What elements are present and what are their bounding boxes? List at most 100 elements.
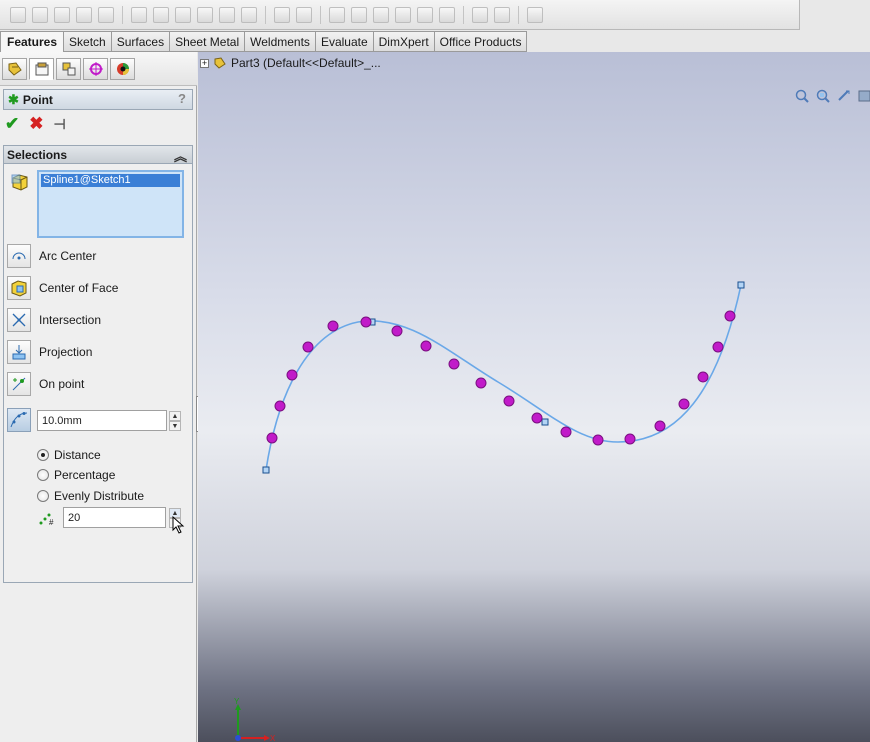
along-curve-distance-icon[interactable] — [7, 408, 31, 432]
distance-spin-up[interactable]: ▲ — [169, 411, 181, 421]
curve-point[interactable] — [302, 341, 314, 353]
reference-geometry-icon[interactable] — [472, 6, 488, 23]
draft-icon[interactable] — [351, 6, 367, 23]
boundary-icon[interactable] — [175, 6, 191, 23]
percentage-radio-row[interactable]: Percentage — [37, 467, 115, 483]
evenly-distribute-radio-row[interactable]: Evenly Distribute — [37, 488, 144, 504]
tab-office-products[interactable]: Office Products — [434, 31, 528, 52]
spline-endpoint-start[interactable] — [262, 466, 270, 474]
center-of-face-option[interactable]: Center of Face — [7, 275, 187, 301]
arc-center-option[interactable]: Arc Center — [7, 243, 187, 269]
svg-text:#: # — [49, 518, 54, 526]
extrude-icon[interactable] — [76, 6, 92, 23]
curve-point[interactable] — [654, 420, 666, 432]
curve-point[interactable] — [678, 398, 690, 410]
tab-sheet-metal[interactable]: Sheet Metal — [170, 31, 246, 52]
curve-point[interactable] — [624, 433, 636, 445]
on-point-option[interactable]: On point — [7, 371, 187, 397]
rib-icon[interactable] — [329, 6, 345, 23]
cut-extrude-icon[interactable] — [197, 6, 213, 23]
tab-weldments[interactable]: Weldments — [245, 31, 316, 52]
curve-point[interactable] — [712, 341, 724, 353]
selected-entity[interactable]: Spline1@Sketch1 — [41, 174, 180, 187]
dome-icon[interactable] — [417, 6, 433, 23]
selections-group: Selections ︽ Spline1@Sketch1 Arc Center … — [3, 145, 193, 583]
center-of-face-icon[interactable] — [7, 276, 31, 300]
spline-curve[interactable] — [265, 284, 742, 471]
revolve-icon[interactable] — [98, 6, 114, 23]
spline-sketch[interactable] — [198, 52, 870, 742]
curves-icon[interactable] — [494, 6, 510, 23]
distance-radio-row[interactable]: Distance — [37, 447, 101, 463]
percentage-radio-label: Percentage — [54, 468, 116, 482]
curve-point[interactable] — [360, 316, 372, 328]
curve-point[interactable] — [560, 426, 572, 438]
distance-spin-down[interactable]: ▼ — [169, 421, 181, 431]
mirror-icon[interactable] — [439, 6, 455, 23]
collapse-icon[interactable]: ︽ — [174, 146, 187, 165]
tab-features[interactable]: Features — [0, 31, 65, 52]
cancel-button[interactable]: ✖ — [29, 115, 43, 133]
loft-icon[interactable] — [153, 6, 169, 23]
new-icon[interactable] — [10, 6, 26, 23]
projection-option[interactable]: Projection — [7, 339, 187, 365]
tab-surfaces[interactable]: Surfaces — [111, 31, 171, 52]
number-of-points-input[interactable] — [63, 507, 166, 528]
shell-icon[interactable] — [373, 6, 389, 23]
curve-point[interactable] — [274, 400, 286, 412]
curve-point[interactable] — [697, 371, 709, 383]
tab-evaluate[interactable]: Evaluate — [315, 31, 374, 52]
curve-point[interactable] — [475, 377, 487, 389]
distance-radio[interactable] — [37, 449, 49, 461]
curve-point[interactable] — [391, 325, 403, 337]
projection-icon[interactable] — [7, 340, 31, 364]
curve-point[interactable] — [420, 340, 432, 352]
instant3d-icon[interactable] — [527, 6, 543, 23]
help-button[interactable]: ? — [178, 91, 186, 106]
sweep-icon[interactable] — [131, 6, 147, 23]
configurationmanager-icon[interactable] — [56, 57, 81, 80]
selections-title: Selections — [7, 147, 68, 162]
on-point-icon[interactable] — [7, 372, 31, 396]
selections-list[interactable]: Spline1@Sketch1 — [37, 170, 184, 238]
propertymanager-icon[interactable] — [29, 57, 54, 80]
cut-sweep-icon[interactable] — [241, 6, 257, 23]
wrap-icon[interactable] — [395, 6, 411, 23]
curve-point[interactable] — [724, 310, 736, 322]
distance-radio-label: Distance — [54, 448, 101, 462]
dimxpert-manager-icon[interactable] — [83, 57, 108, 80]
rotate-icon[interactable] — [54, 6, 70, 23]
distance-input[interactable] — [37, 410, 167, 431]
curve-point[interactable] — [592, 434, 604, 446]
display-manager-icon[interactable] — [110, 57, 135, 80]
number-of-points-icon: # — [39, 513, 54, 526]
curve-point[interactable] — [448, 358, 460, 370]
arc-center-icon[interactable] — [7, 244, 31, 268]
pushpin-button[interactable]: ⊣ — [54, 115, 66, 133]
spline-endpoint-end[interactable] — [737, 281, 745, 289]
curve-point[interactable] — [286, 369, 298, 381]
manager-tabs — [0, 52, 197, 86]
pattern-icon[interactable] — [296, 6, 312, 23]
evenly-distribute-radio[interactable] — [37, 490, 49, 502]
move-icon[interactable] — [32, 6, 48, 23]
tab-sketch[interactable]: Sketch — [64, 31, 112, 52]
tab-dimxpert[interactable]: DimXpert — [373, 31, 435, 52]
curve-point[interactable] — [266, 432, 278, 444]
ok-button[interactable]: ✔ — [5, 115, 19, 133]
curve-point[interactable] — [327, 320, 339, 332]
fillet-icon[interactable] — [274, 6, 290, 23]
percentage-radio[interactable] — [37, 469, 49, 481]
curve-point[interactable] — [531, 412, 543, 424]
graphics-viewport[interactable]: + Part3 (Default<<Default>_... ▼ ▼ ▼ ▼ — [198, 52, 870, 742]
intersection-option[interactable]: Intersection — [7, 307, 187, 333]
curve-point[interactable] — [503, 395, 515, 407]
selections-header[interactable]: Selections ︽ — [4, 146, 192, 164]
intersection-icon[interactable] — [7, 308, 31, 332]
cut-revolve-icon[interactable] — [219, 6, 235, 23]
intersection-label: Intersection — [39, 313, 102, 327]
spline-handle[interactable] — [541, 418, 549, 426]
featuremanager-icon[interactable] — [2, 57, 27, 80]
reference-triad: Y X — [234, 697, 276, 742]
mouse-cursor-icon — [172, 516, 185, 534]
